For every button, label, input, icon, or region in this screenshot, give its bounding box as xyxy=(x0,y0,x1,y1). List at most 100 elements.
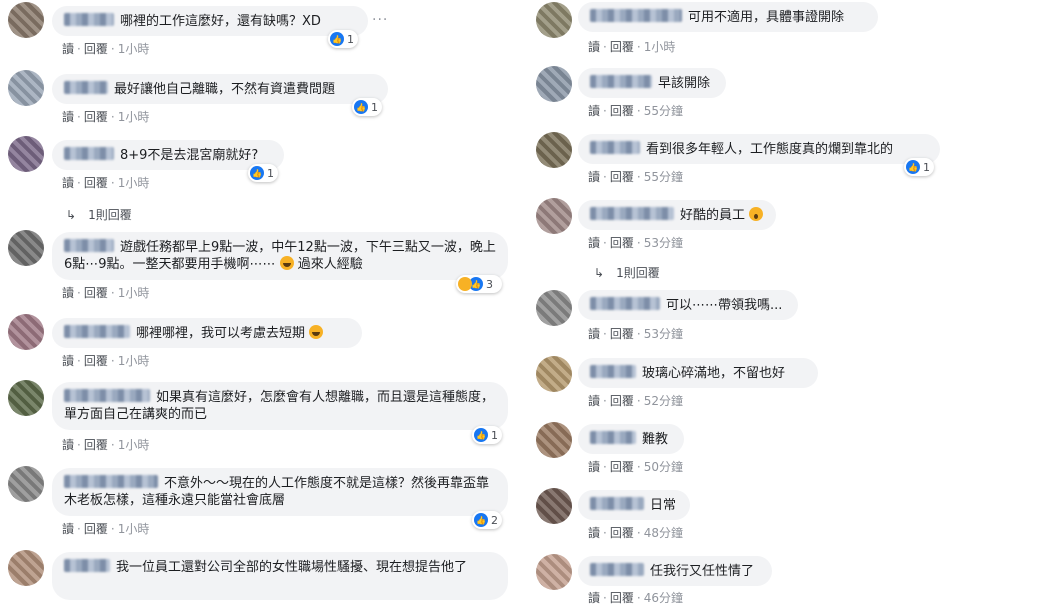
commenter-name[interactable] xyxy=(590,365,636,378)
timestamp[interactable]: 1小時 xyxy=(118,522,150,536)
reply-button[interactable]: 回覆 xyxy=(84,176,108,190)
reply-button[interactable]: 回覆 xyxy=(84,522,108,536)
like-button[interactable]: 讀 xyxy=(588,104,600,118)
like-button[interactable]: 讀 xyxy=(62,354,74,368)
like-button[interactable]: 讀 xyxy=(62,522,74,536)
timestamp[interactable]: 52分鐘 xyxy=(644,394,683,408)
reply-button[interactable]: 回覆 xyxy=(84,286,108,300)
avatar[interactable] xyxy=(536,198,572,234)
reply-button[interactable]: 回覆 xyxy=(610,460,634,474)
commenter-name[interactable] xyxy=(64,559,110,572)
timestamp[interactable]: 55分鐘 xyxy=(644,170,683,184)
like-button[interactable]: 讀 xyxy=(588,236,600,250)
reply-button[interactable]: 回覆 xyxy=(610,170,634,184)
commenter-name[interactable] xyxy=(590,207,674,220)
timestamp[interactable]: 1小時 xyxy=(118,110,150,124)
reply-button[interactable]: 回覆 xyxy=(84,354,108,368)
reaction-count[interactable]: 👍 1 xyxy=(904,158,934,176)
timestamp[interactable]: 46分鐘 xyxy=(644,591,683,605)
comment-actions: 讀 · 回覆 · 1小時 xyxy=(62,354,150,368)
comment-bubble: 玻璃心碎滿地，不留也好 xyxy=(578,358,818,388)
commenter-name[interactable] xyxy=(590,297,660,310)
reaction-count[interactable]: 👍 1 xyxy=(248,164,278,182)
commenter-name[interactable] xyxy=(64,239,114,252)
comment-actions: 讀 · 回覆 · 46分鐘 xyxy=(588,591,683,605)
like-button[interactable]: 讀 xyxy=(588,526,600,540)
more-options-icon[interactable]: ··· xyxy=(372,12,388,28)
reply-button[interactable]: 回覆 xyxy=(84,42,108,56)
timestamp[interactable]: 1小時 xyxy=(118,286,150,300)
timestamp[interactable]: 50分鐘 xyxy=(644,460,683,474)
avatar[interactable] xyxy=(8,230,44,266)
timestamp[interactable]: 1小時 xyxy=(644,40,676,54)
reaction-count[interactable]: 👍 2 xyxy=(472,511,502,529)
like-button[interactable]: 讀 xyxy=(588,460,600,474)
timestamp[interactable]: 48分鐘 xyxy=(644,526,683,540)
commenter-name[interactable] xyxy=(590,141,640,154)
reply-button[interactable]: 回覆 xyxy=(610,40,634,54)
timestamp[interactable]: 53分鐘 xyxy=(644,327,683,341)
comment-actions: 讀 · 回覆 · 1小時 xyxy=(62,110,150,124)
avatar[interactable] xyxy=(8,314,44,350)
like-button[interactable]: 讀 xyxy=(62,438,74,452)
commenter-name[interactable] xyxy=(590,497,644,510)
avatar[interactable] xyxy=(536,554,572,590)
timestamp[interactable]: 1小時 xyxy=(118,42,150,56)
like-button[interactable]: 讀 xyxy=(62,176,74,190)
reaction-count[interactable]: 👍 1 xyxy=(328,30,358,48)
avatar[interactable] xyxy=(8,136,44,172)
reply-button[interactable]: 回覆 xyxy=(84,438,108,452)
avatar[interactable] xyxy=(8,70,44,106)
avatar[interactable] xyxy=(8,2,44,38)
comment-text: 可用不適用，具體事證開除 xyxy=(688,10,845,25)
reaction-count[interactable]: 👍 1 xyxy=(472,426,502,444)
wow-emoji-icon xyxy=(749,207,764,221)
avatar[interactable] xyxy=(536,132,572,168)
avatar[interactable] xyxy=(536,488,572,524)
like-button[interactable]: 讀 xyxy=(62,110,74,124)
timestamp[interactable]: 1小時 xyxy=(118,176,150,190)
like-button[interactable]: 讀 xyxy=(588,170,600,184)
commenter-name[interactable] xyxy=(590,9,682,22)
commenter-name[interactable] xyxy=(590,563,644,576)
commenter-name[interactable] xyxy=(64,13,114,26)
reply-button[interactable]: 回覆 xyxy=(610,526,634,540)
reply-button[interactable]: 回覆 xyxy=(610,591,634,605)
commenter-name[interactable] xyxy=(64,389,150,402)
commenter-name[interactable] xyxy=(64,147,114,160)
avatar[interactable] xyxy=(536,422,572,458)
avatar[interactable] xyxy=(536,66,572,102)
view-replies-link[interactable]: ↳ 1則回覆 xyxy=(594,264,660,281)
avatar[interactable] xyxy=(8,466,44,502)
like-button[interactable]: 讀 xyxy=(62,42,74,56)
timestamp[interactable]: 1小時 xyxy=(118,438,150,452)
avatar[interactable] xyxy=(8,550,44,586)
commenter-name[interactable] xyxy=(64,325,130,338)
like-icon: 👍 xyxy=(474,513,488,527)
avatar[interactable] xyxy=(536,2,572,38)
like-button[interactable]: 讀 xyxy=(588,394,600,408)
reaction-count[interactable]: 👍 1 xyxy=(352,98,382,116)
reply-button[interactable]: 回覆 xyxy=(610,327,634,341)
avatar[interactable] xyxy=(536,290,572,326)
reply-button[interactable]: 回覆 xyxy=(610,236,634,250)
reply-button[interactable]: 回覆 xyxy=(610,394,634,408)
like-button[interactable]: 讀 xyxy=(588,327,600,341)
commenter-name[interactable] xyxy=(64,81,108,94)
avatar[interactable] xyxy=(536,356,572,392)
like-button[interactable]: 讀 xyxy=(62,286,74,300)
timestamp[interactable]: 1小時 xyxy=(118,354,150,368)
reply-button[interactable]: 回覆 xyxy=(84,110,108,124)
commenter-name[interactable] xyxy=(590,431,636,444)
timestamp[interactable]: 55分鐘 xyxy=(644,104,683,118)
avatar[interactable] xyxy=(8,380,44,416)
view-replies-link[interactable]: ↳ 1則回覆 xyxy=(66,206,132,223)
reaction-count[interactable]: 👍 3 xyxy=(456,275,502,293)
commenter-name[interactable] xyxy=(64,475,158,488)
commenter-name[interactable] xyxy=(590,75,652,88)
comment-actions: 讀 · 回覆 · 55分鐘 xyxy=(588,170,683,184)
reply-button[interactable]: 回覆 xyxy=(610,104,634,118)
timestamp[interactable]: 53分鐘 xyxy=(644,236,683,250)
like-button[interactable]: 讀 xyxy=(588,40,600,54)
like-button[interactable]: 讀 xyxy=(588,591,600,605)
